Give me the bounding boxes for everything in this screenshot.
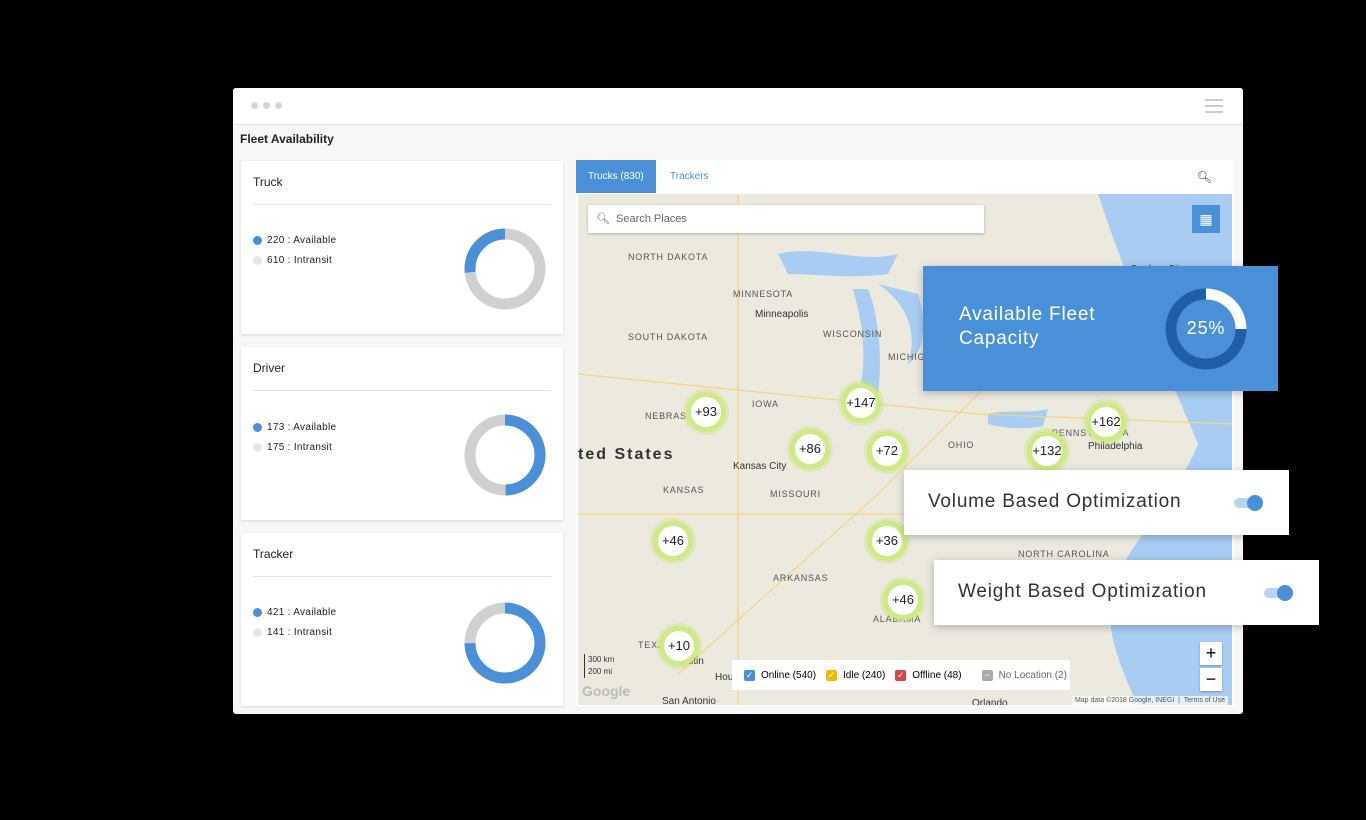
volume-label: Volume Based Optimization (928, 491, 1182, 512)
map-label: KANSAS (663, 485, 705, 495)
map-label: Orlando (972, 698, 1008, 705)
map-cluster-marker[interactable]: +46 (653, 521, 693, 561)
no-location-checkbox[interactable]: − (981, 669, 993, 681)
capacity-label: Available Fleet Capacity (959, 304, 1096, 349)
map-cluster-marker[interactable]: +36 (867, 521, 907, 561)
terms-link[interactable]: Terms of Use (1184, 697, 1225, 704)
map-cluster-marker[interactable]: +132 (1027, 431, 1067, 471)
zoom-out-button[interactable]: − (1200, 668, 1222, 691)
map-cluster-marker[interactable]: +162 (1086, 402, 1126, 442)
offline-checkbox[interactable]: ✓ (895, 669, 907, 681)
map-label: ted States (578, 446, 675, 463)
map-cluster-marker[interactable]: +147 (841, 383, 881, 423)
zoom-in-button[interactable]: + (1200, 642, 1222, 665)
map-attribution: Map data ©2018 Google, INEGI | Terms of … (1071, 696, 1228, 705)
intransit-dot-icon (253, 443, 262, 452)
truck-donut-chart (464, 228, 546, 310)
tab-trackers[interactable]: Trackers (562) (658, 160, 738, 215)
map-cluster-marker[interactable]: +93 (686, 392, 726, 432)
available-label: 173 : Available (267, 422, 337, 433)
weight-label: Weight Based Optimization (958, 581, 1207, 602)
intransit-label: 175 : Intransit (267, 442, 333, 453)
page-title: Fleet Availability (240, 132, 334, 146)
donut-available-arc (464, 228, 506, 273)
map-label: IOWA (752, 399, 779, 409)
weight-toggle[interactable] (1264, 585, 1293, 601)
card-title: Tracker (253, 547, 294, 561)
offline-label: Offline (48) (912, 669, 962, 681)
map-cluster-marker[interactable]: +10 (659, 626, 699, 666)
map-label: ARKANSAS (773, 573, 829, 583)
map-label: NORTH CAROLINA (1018, 549, 1110, 559)
fleet-capacity-card: Available Fleet Capacity 25% (923, 266, 1278, 391)
tracker-card: Tracker 421 : Available 141 : Intransit (241, 533, 563, 706)
intransit-label: 610 : Intransit (267, 255, 333, 266)
map-scale: 300 km 200 mi (584, 654, 614, 678)
map-label: NORTH DAKOTA (628, 252, 709, 262)
idle-checkbox[interactable]: ✓ (826, 669, 838, 681)
volume-optimization-card: Volume Based Optimization (904, 470, 1289, 535)
tracker-donut-chart (464, 602, 546, 684)
search-places-input[interactable]: 🔍︎ Search Places (588, 205, 984, 233)
driver-card: Driver 173 : Available 175 : Intransit (241, 347, 563, 520)
card-title: Driver (253, 361, 285, 375)
available-label: 220 : Available (267, 235, 337, 246)
map-label: Kansas City (733, 461, 787, 472)
truck-card: Truck 220 : Available 610 : Intransit (241, 161, 563, 334)
hamburger-menu-icon[interactable] (1205, 99, 1223, 117)
search-placeholder: Search Places (616, 213, 687, 225)
available-dot-icon (253, 236, 262, 245)
map-label: Minneapolis (755, 309, 809, 320)
map-label: WISCONSIN (823, 329, 883, 339)
map-label: MINNESOTA (733, 289, 794, 299)
available-dot-icon (253, 608, 262, 617)
map-cluster-marker[interactable]: +86 (790, 429, 830, 469)
intransit-dot-icon (253, 256, 262, 265)
map-label: Philadelphia (1088, 441, 1143, 452)
map-cluster-marker[interactable]: +72 (867, 431, 907, 471)
weight-optimization-card: Weight Based Optimization (934, 560, 1319, 625)
tab-trucks[interactable]: Trucks (830) (576, 160, 656, 193)
capacity-value: 25% (1186, 318, 1226, 338)
search-icon: 🔍︎ (596, 213, 610, 225)
map-label: MISSOURI (770, 489, 821, 499)
map-label: San Antonio (662, 696, 716, 705)
online-label: Online (540) (761, 669, 817, 681)
map-view-icon[interactable]: ▦ (1192, 205, 1220, 233)
available-label: 421 : Available (267, 607, 337, 618)
idle-label: Idle (240) (843, 669, 886, 681)
search-icon[interactable]: 🔍︎ (1197, 170, 1212, 184)
google-logo: Google (582, 683, 631, 699)
window-dots (251, 102, 282, 109)
map-label: SOUTH DAKOTA (628, 332, 708, 342)
title-bar (233, 88, 1243, 125)
driver-donut-chart (464, 414, 546, 496)
intransit-dot-icon (253, 628, 262, 637)
available-dot-icon (253, 423, 262, 432)
map-label: OHIO (948, 440, 975, 450)
online-checkbox[interactable]: ✓ (744, 669, 755, 681)
intransit-label: 141 : Intransit (267, 627, 333, 638)
donut-available-arc (504, 414, 546, 496)
map-cluster-marker[interactable]: +46 (883, 580, 923, 620)
card-title: Truck (253, 175, 283, 189)
status-legend: ✓ Online (540) ✓ Idle (240) ✓ Offline (48) … (732, 660, 1070, 690)
volume-toggle[interactable] (1234, 495, 1263, 511)
no-location-label: No Location (2) (998, 669, 1067, 681)
